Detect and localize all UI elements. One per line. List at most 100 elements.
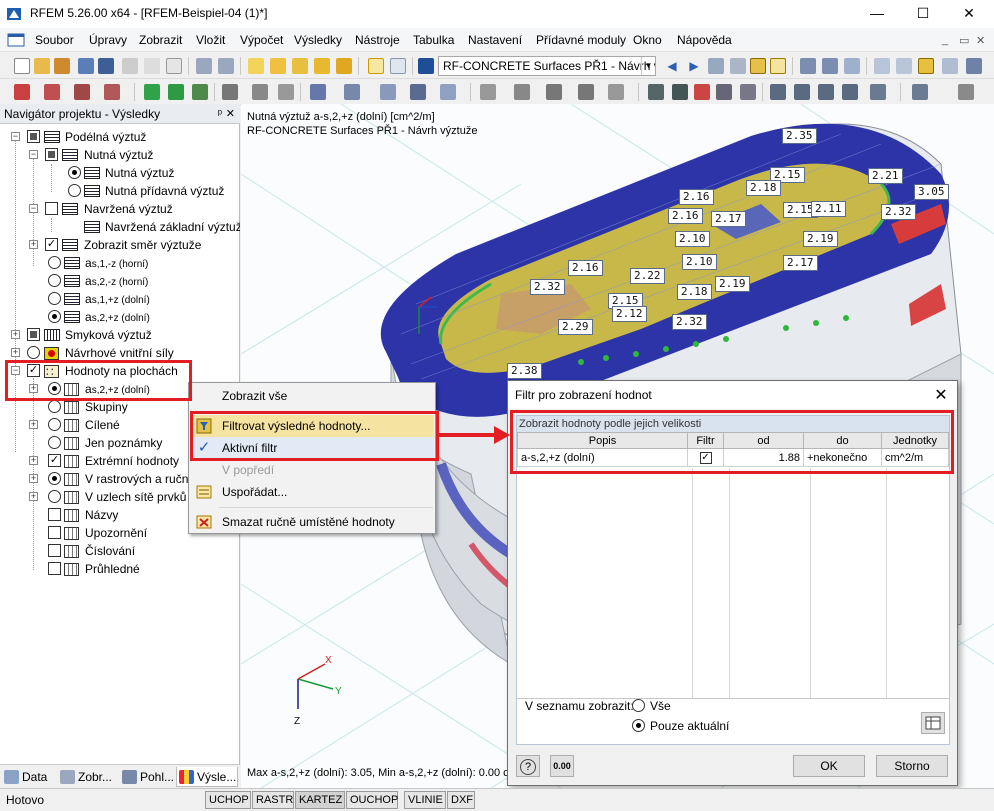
minimize-button[interactable]: — [854, 0, 900, 28]
tree-cislovani[interactable]: Číslování [0, 542, 240, 560]
view-top-icon[interactable] [344, 84, 360, 100]
save-all-icon[interactable] [78, 58, 94, 74]
value-label[interactable]: 3.05 [914, 184, 949, 200]
deformation-icon[interactable] [800, 58, 816, 74]
value-label[interactable]: 2.22 [630, 268, 665, 284]
render-icon[interactable] [410, 84, 426, 100]
menu-nastroje[interactable]: Nástroje [355, 33, 400, 47]
menu-item-usporadat[interactable]: Uspořádat... [190, 481, 434, 503]
radio-as1-plus-z[interactable] [48, 292, 61, 305]
open-recent-icon[interactable] [54, 58, 70, 74]
printout-report-icon[interactable] [166, 58, 182, 74]
axis-minus-y-icon[interactable] [842, 84, 858, 100]
visibility-icon[interactable] [672, 84, 688, 100]
axis-x-icon[interactable] [770, 84, 786, 100]
expand-icon[interactable]: + [11, 330, 20, 339]
menu-item-zobrazit-vse[interactable]: Zobrazit vše [190, 385, 434, 407]
radio-navrhove-sily[interactable] [27, 346, 40, 359]
view-3d-icon[interactable] [310, 84, 326, 100]
checkbox-nazvy[interactable] [48, 508, 61, 521]
maximize-button[interactable]: ☐ [900, 0, 946, 28]
expand-icon[interactable]: + [11, 348, 20, 357]
dimension-icon[interactable] [222, 84, 238, 100]
menu-upravy[interactable]: Úpravy [89, 33, 127, 47]
show-results-toggle-icon[interactable] [750, 58, 766, 74]
cancel-button[interactable]: Storno [876, 755, 948, 777]
value-label[interactable]: 2.32 [530, 279, 565, 295]
radio-pouze-aktualni[interactable] [632, 719, 645, 732]
edit-pencil-icon[interactable] [248, 58, 264, 74]
show-values-toggle-icon[interactable] [770, 58, 786, 74]
value-label[interactable]: 2.19 [715, 276, 750, 292]
checkbox-zobrazit-smer[interactable]: ✓ [45, 238, 58, 251]
option-pouze-aktualni[interactable]: Pouze aktuální [632, 719, 729, 733]
radio-v-uzlech[interactable] [48, 490, 61, 503]
object-snap-toggle[interactable]: OUCHOP [346, 791, 398, 809]
help-button[interactable]: ? [516, 755, 540, 777]
tree-zobrazit-smer-vyztuze[interactable]: + ✓ Zobrazit směr výztuže [0, 236, 240, 254]
tree-as2-plus-z-dolni[interactable]: as,2,+z (dolní) [0, 308, 240, 326]
tab-vysledky[interactable]: Výsle... [176, 767, 238, 787]
measure-icon[interactable] [958, 84, 974, 100]
previous-arrow-icon[interactable]: ◀ [664, 58, 680, 74]
iso-view-icon[interactable] [870, 84, 886, 100]
menu-napoveda[interactable]: Nápověda [677, 33, 732, 47]
results-icon[interactable] [314, 58, 330, 74]
value-label[interactable]: 2.35 [782, 128, 817, 144]
surface-icon[interactable] [104, 84, 120, 100]
value-label[interactable]: 2.32 [881, 204, 916, 220]
rotate-icon[interactable] [578, 84, 594, 100]
panel-icon[interactable] [390, 58, 406, 74]
radio-nutna-pridavna-vyztuz[interactable] [68, 184, 81, 197]
value-label[interactable]: 2.11 [811, 201, 846, 217]
find-value-icon[interactable] [708, 58, 724, 74]
tree-as1-plus-z-dolni[interactable]: as,1,+z (dolní) [0, 290, 240, 308]
pan-icon[interactable] [546, 84, 562, 100]
axis-z-icon[interactable] [818, 84, 834, 100]
tree-smykova-vyztuz[interactable]: + Smyková výztuž [0, 326, 240, 344]
checkbox-pruhledne[interactable] [48, 562, 61, 575]
guidelines-toggle[interactable]: VLINIE [404, 791, 446, 809]
mesh-icon[interactable] [896, 58, 912, 74]
value-label[interactable]: 2.21 [868, 168, 903, 184]
expand-icon[interactable]: + [29, 492, 38, 501]
checkbox-cislovani[interactable] [48, 544, 61, 557]
menu-okno[interactable]: Okno [633, 33, 662, 47]
filter-toolbar-icon[interactable] [918, 58, 934, 74]
mdi-close-button[interactable]: ✕ [976, 34, 985, 47]
mdi-restore-button[interactable]: ▭ [959, 34, 969, 47]
copy-icon[interactable] [252, 84, 268, 100]
filter-view-icon[interactable] [648, 84, 664, 100]
tree-navrzena-vyztuz-group[interactable]: − Navržená výztuž [0, 200, 240, 218]
radio-as1-minus-z[interactable] [48, 256, 61, 269]
checkbox-podelna-vyztuz[interactable] [27, 130, 40, 143]
scale-icon[interactable] [844, 58, 860, 74]
radio-jen-poznamky[interactable] [48, 436, 61, 449]
line-icon[interactable] [44, 84, 60, 100]
table-view-icon[interactable] [368, 58, 384, 74]
load-case-icon[interactable] [418, 58, 434, 74]
value-label[interactable]: 2.29 [558, 319, 593, 335]
radio-vse[interactable] [632, 699, 645, 712]
max-values-icon[interactable] [730, 58, 746, 74]
node-icon[interactable] [14, 84, 30, 100]
checkbox-smykova-vyztuz[interactable] [27, 328, 40, 341]
collapse-icon[interactable]: − [11, 132, 20, 141]
show-results-icon[interactable] [336, 58, 352, 74]
undo-icon[interactable] [196, 58, 212, 74]
collapse-icon[interactable]: − [29, 150, 38, 159]
option-vse[interactable]: Vše [632, 699, 671, 713]
wireframe-icon[interactable] [440, 84, 456, 100]
units-button[interactable]: 0.00 [550, 755, 574, 777]
radio-v-rastrovych[interactable] [48, 472, 61, 485]
radio-nutna-vyztuz[interactable] [68, 166, 81, 179]
hinge-icon[interactable] [168, 84, 184, 100]
value-label[interactable]: 2.17 [783, 255, 818, 271]
new-file-icon[interactable] [14, 58, 30, 74]
value-label[interactable]: 2.16 [679, 189, 714, 205]
menu-vlozit[interactable]: Vložit [196, 33, 225, 47]
menu-tabulka[interactable]: Tabulka [413, 33, 454, 47]
cartesian-toggle[interactable]: KARTEZ [295, 791, 345, 809]
expand-icon[interactable]: + [29, 420, 38, 429]
menu-nastaveni[interactable]: Nastavení [468, 33, 522, 47]
